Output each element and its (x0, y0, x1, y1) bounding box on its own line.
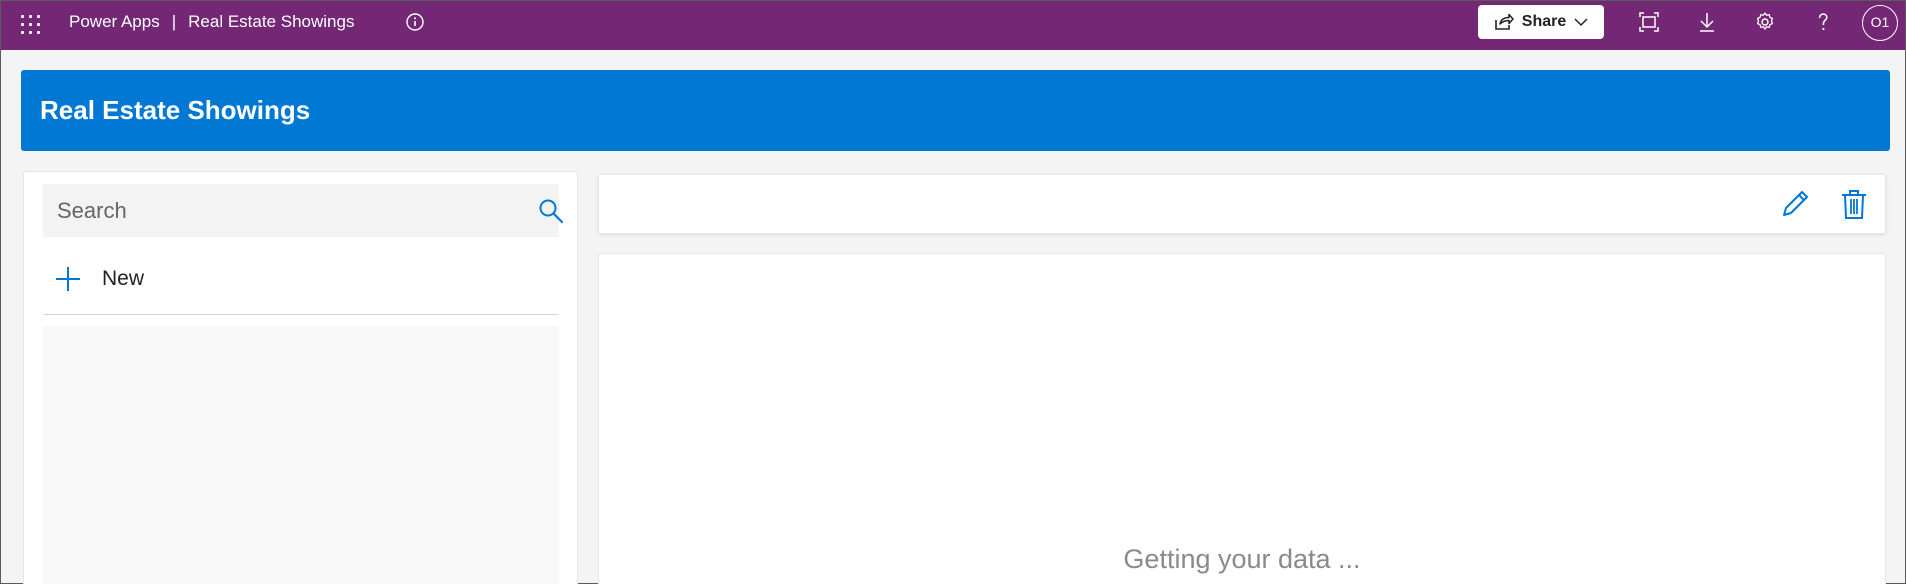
settings-icon[interactable] (1753, 10, 1777, 34)
records-gallery[interactable] (43, 326, 559, 584)
waffle-icon[interactable] (19, 13, 43, 37)
form-toolbar (598, 174, 1886, 234)
search-icon[interactable] (538, 198, 564, 224)
delete-icon[interactable] (1839, 188, 1869, 220)
help-icon[interactable] (1811, 10, 1835, 34)
new-button[interactable]: New (54, 264, 144, 294)
page-title: Real Estate Showings (40, 95, 311, 125)
header-banner: Real Estate Showings (21, 70, 1890, 151)
chevron-down-icon (1574, 18, 1588, 27)
edit-icon[interactable] (1779, 188, 1811, 220)
divider (43, 314, 559, 315)
product-name: Power Apps (69, 12, 160, 31)
app-title: Power Apps | Real Estate Showings (69, 1, 354, 43)
top-suite-bar: Power Apps | Real Estate Showings Share O1 (1, 1, 1905, 50)
user-avatar[interactable]: O1 (1862, 5, 1898, 41)
app-name: Real Estate Showings (188, 12, 355, 31)
title-separator: | (171, 12, 177, 31)
search-input[interactable] (43, 184, 513, 237)
share-button[interactable]: Share (1478, 5, 1604, 39)
info-icon[interactable] (405, 12, 425, 32)
search-box (43, 184, 564, 237)
share-label: Share (1521, 13, 1567, 30)
detail-panel: Getting your data ... (598, 253, 1886, 584)
fit-to-screen-icon[interactable] (1637, 10, 1661, 34)
new-label: New (102, 267, 145, 290)
share-icon (1494, 13, 1514, 30)
browse-panel: New (23, 171, 578, 584)
loading-text: Getting your data ... (1123, 544, 1361, 574)
plus-icon (56, 267, 80, 291)
download-icon[interactable] (1695, 10, 1719, 34)
